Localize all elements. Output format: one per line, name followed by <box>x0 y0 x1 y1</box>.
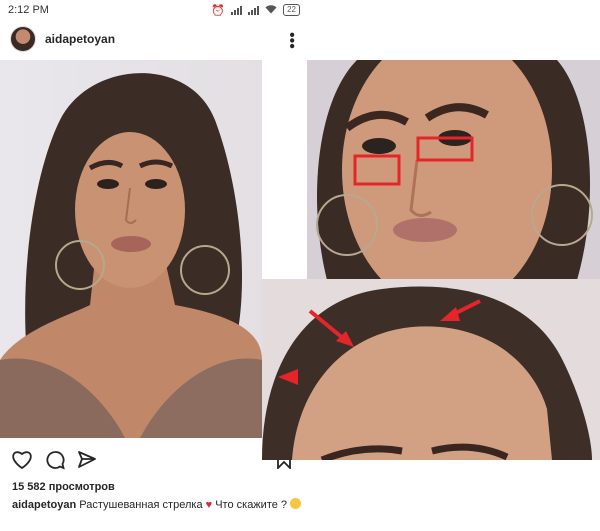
more-vertical-icon[interactable]: ••• <box>283 32 300 49</box>
signal-icon-2 <box>248 5 260 15</box>
post-photo <box>0 60 262 438</box>
smiling-face-emoji-icon <box>290 498 302 509</box>
eyes-closeup-photo <box>307 60 600 280</box>
caption-text-2: Что скажите ? <box>215 499 288 511</box>
caption-username[interactable]: aidapetoyan <box>12 499 76 511</box>
caption-text: Растушеванная стрелка <box>79 499 203 511</box>
comment-icon[interactable] <box>45 450 65 470</box>
post-header: aidapetoyan ••• <box>0 22 308 56</box>
red-heart-emoji-icon: ♥ <box>205 499 213 511</box>
forehead-closeup-photo <box>262 279 600 460</box>
send-icon[interactable] <box>77 450 97 470</box>
signal-icon <box>231 5 243 15</box>
battery-icon: 22 <box>283 4 300 16</box>
alarm-icon: ⏰ <box>211 4 226 17</box>
post-username[interactable]: aidapetoyan <box>45 32 115 46</box>
status-icons: ⏰ 22 <box>211 4 300 17</box>
post-caption: aidapetoyan Растушеванная стрелка ♥ Что … <box>12 498 302 513</box>
avatar[interactable] <box>10 26 36 52</box>
views-count[interactable]: 15 582 просмотров <box>12 481 115 493</box>
status-bar: 2:12 PM ⏰ 22 <box>0 0 308 20</box>
heart-icon[interactable] <box>11 450 33 470</box>
wifi-icon <box>265 4 277 16</box>
status-time: 2:12 PM <box>8 4 49 16</box>
